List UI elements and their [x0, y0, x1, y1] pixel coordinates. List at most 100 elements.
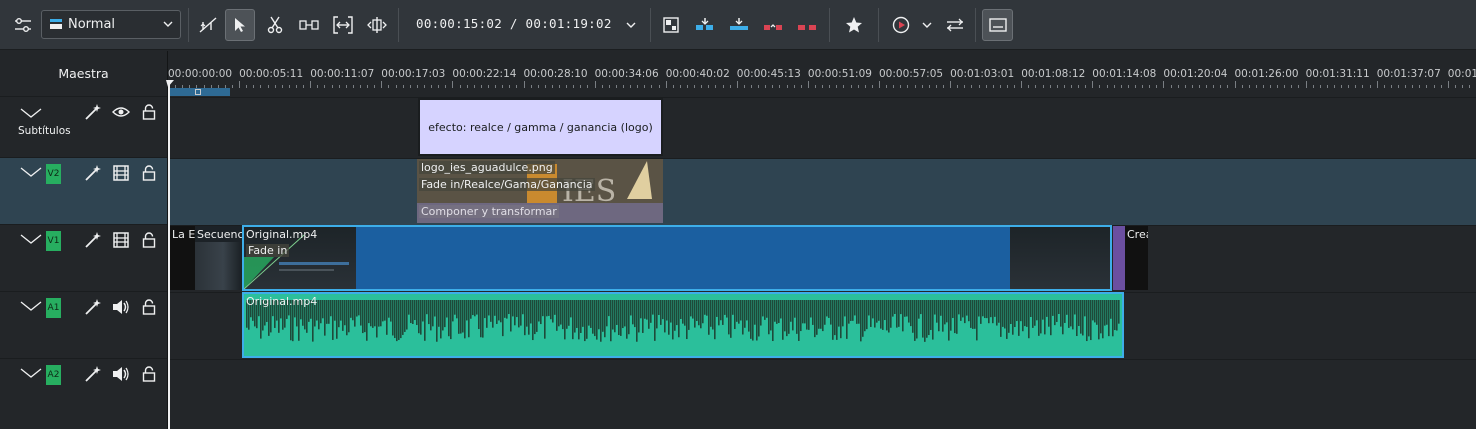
subtitle-icon[interactable] — [982, 9, 1013, 41]
extract-icon[interactable] — [795, 9, 819, 41]
waveform-bar — [994, 300, 996, 317]
collapse-chevron-icon[interactable] — [20, 107, 42, 122]
speaker-icon[interactable] — [110, 296, 132, 318]
waveform-bar — [470, 300, 472, 319]
waveform-bar — [864, 300, 866, 332]
waveform-bar — [496, 300, 498, 324]
waveform-bar — [1064, 300, 1066, 323]
play-preview-icon[interactable] — [889, 9, 913, 41]
waveform-bar — [394, 300, 396, 339]
lock-icon[interactable] — [138, 296, 160, 318]
speaker-icon[interactable] — [110, 363, 132, 385]
lane-subtitles[interactable] — [168, 97, 1476, 158]
visibility-eye-icon[interactable] — [110, 101, 132, 123]
waveform-bar — [796, 300, 798, 334]
waveform-bar — [418, 300, 420, 334]
track-header-a2[interactable]: A2 — [0, 358, 167, 429]
original-audio-name: Original.mp4 — [246, 295, 318, 308]
logo-clip[interactable]: IES logo_ies_aguadulce.png Fade in/Realc… — [417, 159, 663, 223]
ripple-icon[interactable] — [331, 9, 355, 41]
cut-scissors-icon[interactable] — [264, 9, 286, 41]
waveform-bar — [780, 300, 782, 319]
timecode-chevron-icon[interactable] — [622, 9, 640, 41]
waveform-bar — [558, 300, 560, 327]
master-label[interactable]: Maestra — [0, 51, 167, 95]
ruler-tick — [1277, 85, 1279, 88]
waveform-bar — [930, 300, 932, 330]
effects-wand-icon[interactable] — [82, 162, 104, 184]
video-clip-a[interactable]: La E — [168, 226, 195, 290]
insert-icon[interactable] — [693, 9, 717, 41]
waveform-bar — [598, 300, 600, 330]
lane-v2[interactable] — [168, 158, 1476, 225]
playhead[interactable] — [168, 80, 170, 429]
lane-a2[interactable] — [168, 359, 1476, 429]
waveform-bar — [884, 300, 886, 321]
video-clip-b[interactable]: Secuenc — [195, 226, 242, 290]
original-audio-clip[interactable]: Original.mp4 — [242, 292, 1124, 358]
waveform-bar — [764, 300, 766, 320]
collapse-chevron-icon[interactable] — [20, 367, 42, 382]
lift-icon[interactable] — [761, 9, 785, 41]
lock-icon[interactable] — [138, 229, 160, 251]
film-icon[interactable] — [110, 229, 132, 251]
ruler-tick — [836, 85, 838, 88]
film-icon[interactable] — [110, 162, 132, 184]
time-ruler[interactable]: 00:00:00:00 00:00:05:11 00:00:11:07 00:00:1… — [168, 51, 1476, 97]
timecode-display[interactable]: 00:00:15:02 / 00:01:19:02 — [416, 16, 612, 31]
waveform-bar — [356, 300, 358, 317]
ruler-tick — [409, 85, 411, 88]
transition-clip[interactable] — [1113, 226, 1125, 290]
waveform-bar — [1034, 300, 1036, 326]
ruler-tick — [900, 85, 902, 88]
ruler-tick — [523, 81, 525, 88]
lock-icon[interactable] — [138, 101, 160, 123]
waveform-bar — [880, 300, 882, 329]
ruler-tick — [530, 85, 532, 88]
slip-icon[interactable] — [365, 9, 389, 41]
chevron-down-icon[interactable] — [918, 9, 936, 41]
playhead-marker-icon[interactable] — [166, 80, 176, 90]
subtitle-clip[interactable]: efecto: realce / gamma / ganancia (logo) — [418, 98, 663, 156]
waveform-bar — [714, 300, 716, 340]
select-pointer-icon[interactable] — [225, 9, 255, 41]
track-header-v2[interactable]: V2 — [0, 157, 167, 224]
ruler-tick — [1398, 85, 1400, 88]
waveform-bar — [1008, 300, 1010, 333]
lock-icon[interactable] — [138, 162, 160, 184]
effects-wand-icon[interactable] — [82, 101, 104, 123]
waveform-bar — [624, 300, 626, 327]
collapse-chevron-icon[interactable] — [20, 300, 42, 315]
video-clip-end[interactable]: Crea — [1125, 226, 1148, 290]
waveform-bar — [888, 300, 890, 333]
lock-icon[interactable] — [138, 363, 160, 385]
effects-wand-icon[interactable] — [82, 229, 104, 251]
collapse-chevron-icon[interactable] — [20, 166, 42, 181]
edit-mode-dropdown[interactable]: Normal — [41, 10, 181, 39]
track-header-a1[interactable]: A1 — [0, 291, 167, 358]
waveform-bar — [686, 300, 688, 340]
settings-sliders-icon[interactable] — [12, 9, 34, 41]
overwrite-icon[interactable] — [727, 9, 751, 41]
ruler-tick — [857, 85, 859, 88]
track-header-v1[interactable]: V1 — [0, 224, 167, 291]
waveform-bar — [412, 300, 414, 325]
waveform-bar — [1080, 300, 1082, 334]
mix-icon[interactable] — [943, 9, 967, 41]
collapse-chevron-icon[interactable] — [20, 233, 42, 248]
original-video-clip[interactable]: Original.mp4 Fade in — [242, 225, 1112, 291]
multitrack-icon[interactable] — [660, 9, 682, 41]
waveform-bar — [950, 300, 952, 331]
effects-wand-icon[interactable] — [82, 296, 104, 318]
waveform-bar — [1060, 300, 1062, 327]
spacer-icon[interactable] — [297, 9, 321, 41]
favorite-star-icon[interactable] — [842, 9, 866, 41]
waveform-bar — [844, 300, 846, 317]
waveform-bar — [1094, 300, 1096, 323]
razor-spacer-icon[interactable] — [196, 9, 220, 41]
track-tag: A2 — [46, 365, 61, 385]
effects-wand-icon[interactable] — [82, 363, 104, 385]
track-header-subtitles[interactable]: Subtítulos — [0, 96, 167, 157]
zone-handle-icon[interactable] — [195, 89, 201, 95]
waveform-bar — [680, 300, 682, 319]
